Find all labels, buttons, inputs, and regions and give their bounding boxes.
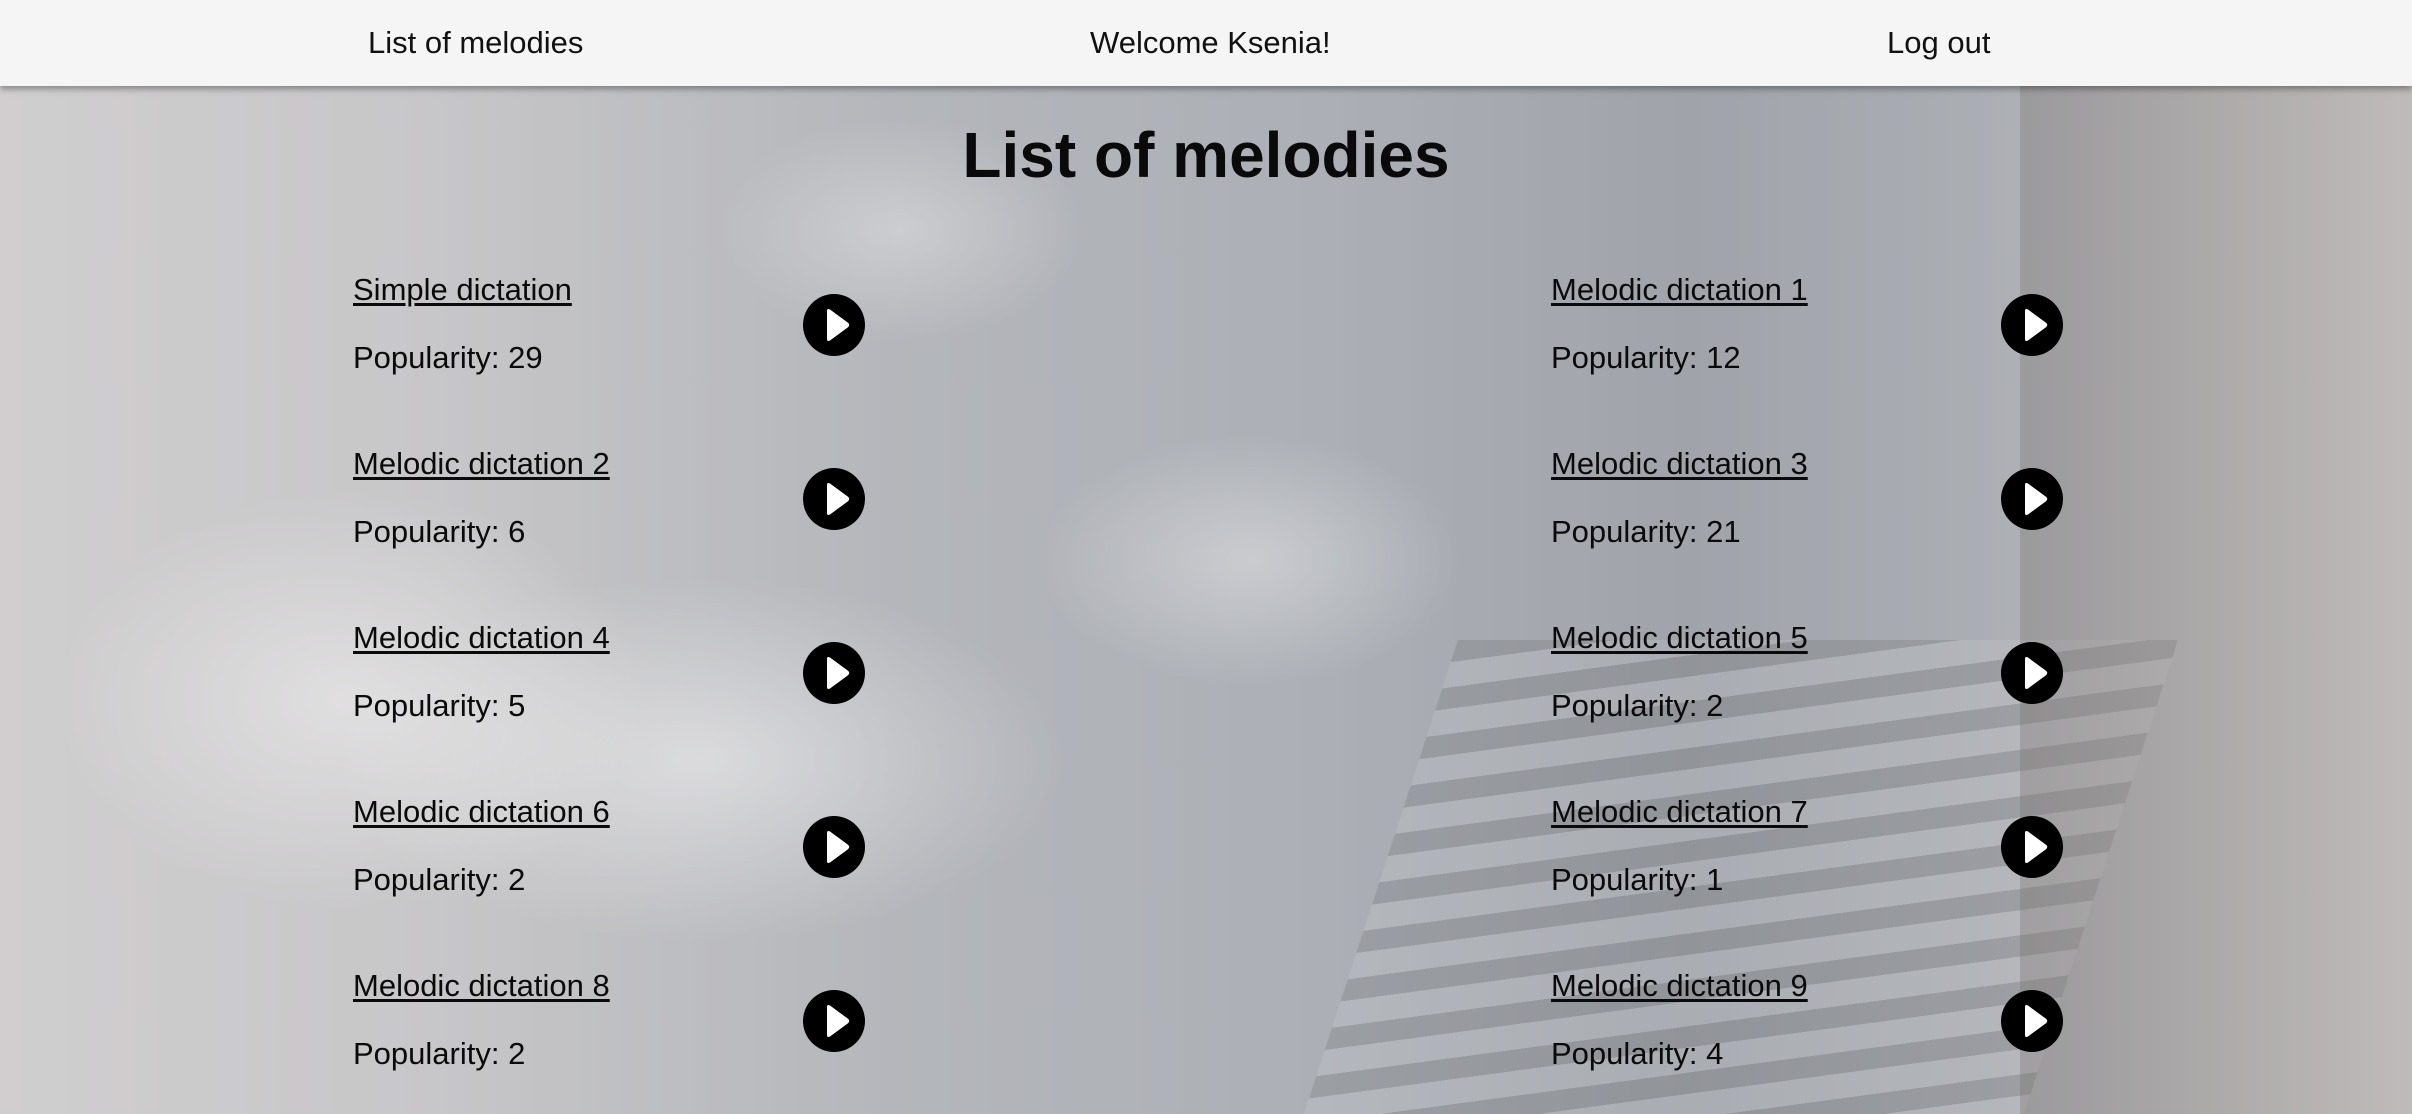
- play-icon: [827, 483, 850, 515]
- melody-item: Melodic dictation 5 Popularity: 2: [1551, 616, 2073, 790]
- play-button[interactable]: [2001, 990, 2063, 1052]
- melody-popularity: Popularity: 2: [353, 862, 526, 897]
- melody-list: Simple dictation Popularity: 29 Melodic di…: [353, 268, 2073, 1114]
- play-button[interactable]: [803, 468, 865, 530]
- play-button[interactable]: [803, 816, 865, 878]
- melody-name-link[interactable]: Melodic dictation 5: [1551, 620, 1808, 656]
- melody-item: Melodic dictation 6 Popularity: 2: [353, 790, 1551, 964]
- melody-popularity: Popularity: 12: [1551, 340, 1741, 375]
- melody-name-link[interactable]: Melodic dictation 4: [353, 620, 610, 656]
- melody-popularity: Popularity: 6: [353, 514, 526, 549]
- play-icon: [827, 657, 850, 689]
- play-button[interactable]: [803, 642, 865, 704]
- play-icon: [827, 309, 850, 341]
- melody-item: Melodic dictation 8 Popularity: 2: [353, 964, 1551, 1114]
- melody-popularity: Popularity: 2: [1551, 688, 1724, 723]
- melody-name-link[interactable]: Melodic dictation 3: [1551, 446, 1808, 482]
- play-icon: [827, 1005, 850, 1037]
- melody-popularity: Popularity: 1: [1551, 862, 1724, 897]
- play-button[interactable]: [803, 990, 865, 1052]
- play-button[interactable]: [2001, 642, 2063, 704]
- melody-item: Melodic dictation 7 Popularity: 1: [1551, 790, 2073, 964]
- melody-name-link[interactable]: Melodic dictation 8: [353, 968, 610, 1004]
- play-icon: [2025, 831, 2048, 863]
- melody-name-link[interactable]: Melodic dictation 6: [353, 794, 610, 830]
- page-title: List of melodies: [962, 119, 1450, 191]
- nav-list-of-melodies-link[interactable]: List of melodies: [368, 0, 583, 86]
- play-button[interactable]: [2001, 294, 2063, 356]
- melody-name-link[interactable]: Melodic dictation 9: [1551, 968, 1808, 1004]
- play-icon: [2025, 1005, 2048, 1037]
- melody-item: Melodic dictation 9 Popularity: 4: [1551, 964, 2073, 1114]
- page: List of melodies Welcome Ksenia! Log out…: [0, 0, 2412, 1114]
- play-button[interactable]: [2001, 468, 2063, 530]
- play-icon: [2025, 309, 2048, 341]
- melody-name-link[interactable]: Melodic dictation 1: [1551, 272, 1808, 308]
- navbar: List of melodies Welcome Ksenia! Log out: [0, 0, 2412, 86]
- logout-link[interactable]: Log out: [1887, 0, 1990, 86]
- melody-name-link[interactable]: Simple dictation: [353, 272, 572, 308]
- play-icon: [2025, 657, 2048, 689]
- play-button[interactable]: [2001, 816, 2063, 878]
- melody-item: Melodic dictation 1 Popularity: 12: [1551, 268, 2073, 442]
- melody-popularity: Popularity: 4: [1551, 1036, 1724, 1071]
- melody-item: Melodic dictation 2 Popularity: 6: [353, 442, 1551, 616]
- welcome-message: Welcome Ksenia!: [1090, 25, 1331, 60]
- melody-popularity: Popularity: 21: [1551, 514, 1741, 549]
- melody-item: Melodic dictation 4 Popularity: 5: [353, 616, 1551, 790]
- play-icon: [827, 831, 850, 863]
- melody-item: Simple dictation Popularity: 29: [353, 268, 1551, 442]
- melody-popularity: Popularity: 2: [353, 1036, 526, 1071]
- melody-popularity: Popularity: 5: [353, 688, 526, 723]
- melody-popularity: Popularity: 29: [353, 340, 543, 375]
- play-icon: [2025, 483, 2048, 515]
- melody-name-link[interactable]: Melodic dictation 7: [1551, 794, 1808, 830]
- melody-name-link[interactable]: Melodic dictation 2: [353, 446, 610, 482]
- melody-item: Melodic dictation 3 Popularity: 21: [1551, 442, 2073, 616]
- play-button[interactable]: [803, 294, 865, 356]
